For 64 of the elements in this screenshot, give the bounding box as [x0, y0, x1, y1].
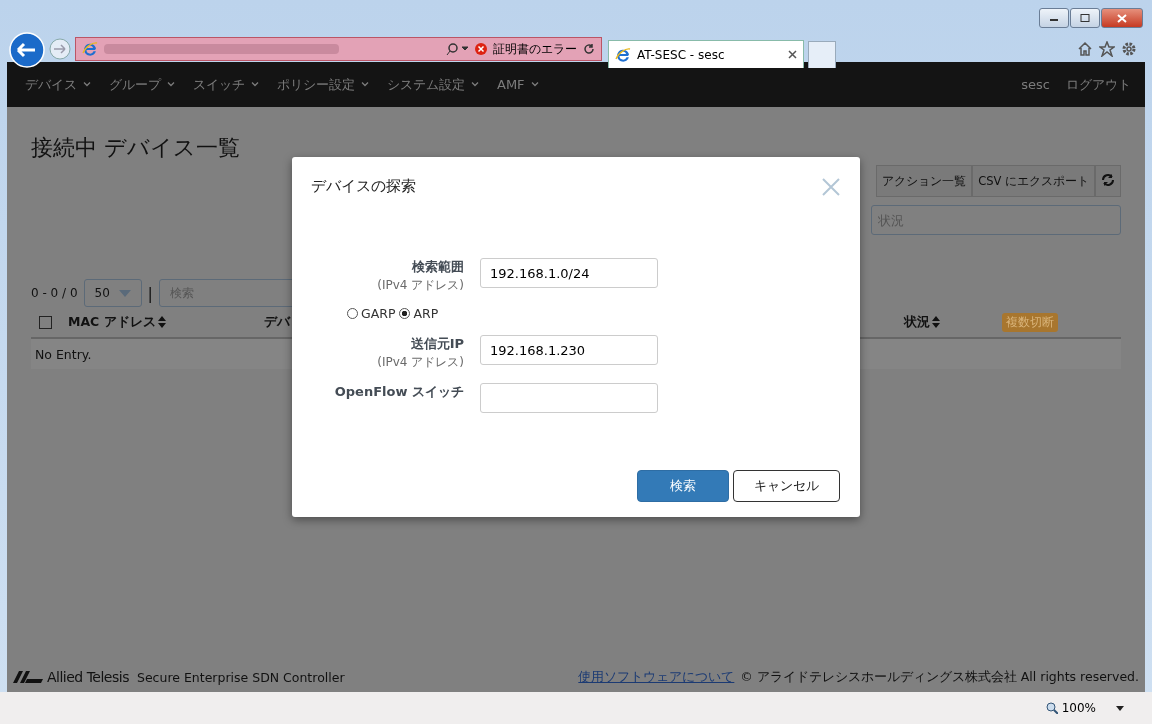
minimize-button[interactable]: [1039, 8, 1069, 28]
refresh-icon[interactable]: [583, 43, 595, 55]
field-label: OpenFlow スイッチ: [334, 383, 464, 401]
settings-icon[interactable]: [1121, 41, 1137, 57]
maximize-icon: [1080, 14, 1090, 22]
browser-logo-icon: [82, 41, 98, 57]
close-icon[interactable]: [788, 50, 797, 59]
radio-option[interactable]: GARP: [347, 306, 396, 321]
caret-icon: [118, 289, 131, 297]
copyright-text: © アライドテレシスホールディングス株式会社 All rights reserved.: [740, 668, 1139, 686]
field-hint: (IPv4 アドレス): [377, 277, 464, 294]
nav-menu-item[interactable]: ポリシー設定: [267, 75, 361, 94]
nav-menu-item[interactable]: システム設定: [377, 75, 471, 94]
field-hint: (IPv4 アドレス): [377, 354, 464, 371]
nav-menu-item[interactable]: デバイス: [15, 75, 83, 94]
sort-icon[interactable]: [157, 316, 166, 328]
toolbar-button[interactable]: アクション一覧: [876, 165, 973, 197]
close-icon: [1117, 13, 1127, 23]
tab-title: AT-SESC - sesc: [637, 47, 726, 62]
input-field[interactable]: [480, 383, 658, 413]
cancel-button[interactable]: キャンセル: [733, 470, 840, 502]
user-name[interactable]: sesc: [1011, 77, 1056, 92]
address-bar[interactable]: 証明書のエラー: [75, 37, 602, 61]
certificate-error-text[interactable]: 証明書のエラー: [493, 40, 577, 58]
page-title: 接続中 デバイス一覧: [31, 134, 241, 162]
zoom-icon: [1045, 702, 1058, 714]
search-icon[interactable]: [445, 42, 469, 56]
page-size-select[interactable]: 50: [83, 279, 142, 307]
nav-menu-item[interactable]: スイッチ: [183, 75, 251, 94]
select-all-checkbox[interactable]: [39, 315, 52, 329]
star-icon[interactable]: [1099, 41, 1115, 57]
field-label: 検索範囲: [412, 258, 464, 276]
maximize-button[interactable]: [1070, 8, 1100, 28]
home-icon[interactable]: [1077, 41, 1093, 57]
close-button[interactable]: [1101, 8, 1143, 28]
caret-icon[interactable]: [1116, 705, 1124, 711]
logout-link[interactable]: ログアウト: [1056, 75, 1137, 94]
refresh-icon: [1101, 172, 1115, 187]
search-button[interactable]: 検索: [637, 470, 729, 502]
record-range: 0 - 0 / 0: [31, 286, 78, 300]
brand-name: Allied Telesis: [47, 669, 129, 685]
refresh-button[interactable]: [1095, 165, 1121, 197]
product-name: Secure Enterprise SDN Controller: [136, 669, 345, 685]
column-header[interactable]: MAC アドレス: [68, 313, 156, 331]
input-field[interactable]: 192.168.1.230: [480, 335, 658, 365]
separator: |: [147, 283, 153, 303]
zoom-control[interactable]: 100%: [1045, 701, 1096, 715]
empty-message: No Entry.: [35, 346, 92, 362]
back-icon[interactable]: [9, 32, 45, 68]
software-info-link[interactable]: 使用ソフトウェアについて: [578, 668, 735, 686]
error-icon: [475, 43, 487, 55]
field-label: 送信元IP: [410, 335, 464, 353]
column-header[interactable]: デバ: [264, 313, 290, 331]
input-field[interactable]: 192.168.1.0/24: [480, 258, 658, 288]
radio-option[interactable]: ARP: [399, 306, 439, 321]
column-header[interactable]: 状況: [904, 313, 930, 331]
browser-logo-icon: [615, 46, 631, 63]
toolbar-button[interactable]: CSV にエクスポート: [972, 165, 1095, 197]
browser-tab[interactable]: AT-SESC - sesc: [608, 40, 804, 68]
nav-menu-item[interactable]: グループ: [99, 75, 167, 94]
sort-icon[interactable]: [932, 316, 940, 328]
dialog-title: デバイスの探索: [311, 177, 416, 196]
logo-icon: [13, 671, 43, 683]
nav-menu-item[interactable]: AMF: [487, 77, 531, 92]
